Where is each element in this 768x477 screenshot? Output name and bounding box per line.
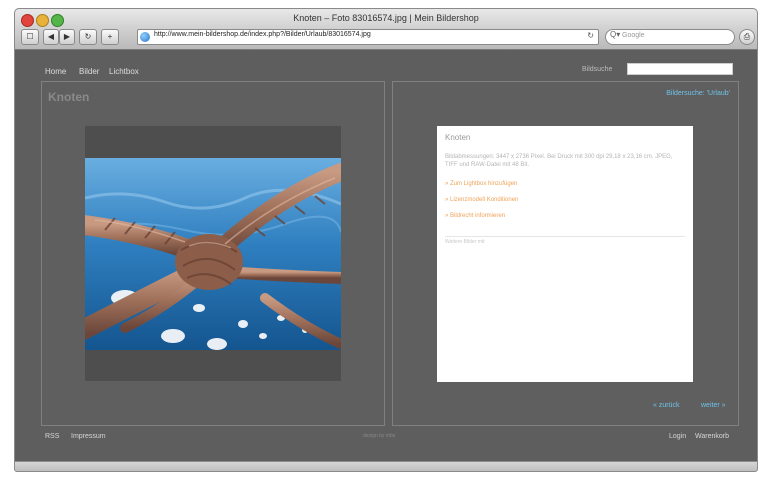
site-search-input[interactable] xyxy=(627,63,733,75)
status-bar xyxy=(15,461,757,471)
title-bar: Knoten – Foto 83016574.jpg | Mein Bilder… xyxy=(15,9,757,50)
sidebar-toggle-button[interactable]: ☐ xyxy=(21,29,39,45)
search-placeholder: Google xyxy=(622,32,645,39)
card-title: Knoten xyxy=(445,133,471,142)
more-images-link[interactable]: Weitere Bilder mit xyxy=(445,239,484,245)
search-field[interactable]: Q▾ Google xyxy=(605,29,735,45)
card-divider xyxy=(445,236,685,237)
url-text[interactable]: http://www.mein-bildershop.de/index.php?… xyxy=(154,31,371,38)
image-title: Knoten xyxy=(48,90,90,104)
search-label: Bildsuche xyxy=(582,66,613,73)
add-bookmark-button[interactable]: + xyxy=(101,29,119,45)
forward-button[interactable]: ▶ xyxy=(59,29,75,45)
prev-link[interactable]: « zurück xyxy=(653,402,679,409)
browser-window: Knoten – Foto 83016574.jpg | Mein Bilder… xyxy=(14,8,758,472)
card-description: Bildabmessungen: 3447 x 2736 Pixel. Bei … xyxy=(445,154,673,168)
footer-impressum-link[interactable]: Impressum xyxy=(71,433,106,440)
footer-credit: design by mbs xyxy=(363,433,396,439)
search-icon: Q▾ xyxy=(610,30,621,39)
add-to-lightbox-link[interactable]: » Zum Lightbox hinzufügen xyxy=(445,181,517,187)
footer-cart-link[interactable]: Warenkorb xyxy=(695,433,729,440)
globe-icon xyxy=(140,32,150,42)
knot-photo xyxy=(85,158,341,350)
nav-lichtbox[interactable]: Lichtbox xyxy=(109,67,139,76)
back-button[interactable]: ◀ xyxy=(43,29,59,45)
window-title: Knoten – Foto 83016574.jpg | Mein Bilder… xyxy=(293,13,479,23)
refresh-button[interactable]: ↻ xyxy=(79,29,97,45)
detail-panel: Bildersuche: 'Urlaub' Knoten Bildabmessu… xyxy=(392,81,739,426)
footer-login-link[interactable]: Login xyxy=(669,433,686,440)
info-card: Knoten Bildabmessungen: 3447 x 2736 Pixe… xyxy=(437,126,693,382)
print-icon[interactable]: ⎙ xyxy=(739,29,755,45)
image-panel: Knoten xyxy=(41,81,385,426)
nav-home[interactable]: Home xyxy=(45,67,66,76)
url-bar[interactable]: http://www.mein-bildershop.de/index.php?… xyxy=(137,29,599,45)
rights-info-link[interactable]: » Bildrecht informieren xyxy=(445,213,505,219)
reload-icon[interactable]: ↻ xyxy=(587,31,594,40)
search-context-link[interactable]: Bildersuche: 'Urlaub' xyxy=(666,90,730,97)
license-link[interactable]: » Lizenzmodell Konditionen xyxy=(445,197,518,203)
next-link[interactable]: weiter » xyxy=(701,402,726,409)
image-frame xyxy=(85,126,341,381)
nav-bilder[interactable]: Bilder xyxy=(79,67,99,76)
footer-rss-link[interactable]: RSS xyxy=(45,433,59,440)
